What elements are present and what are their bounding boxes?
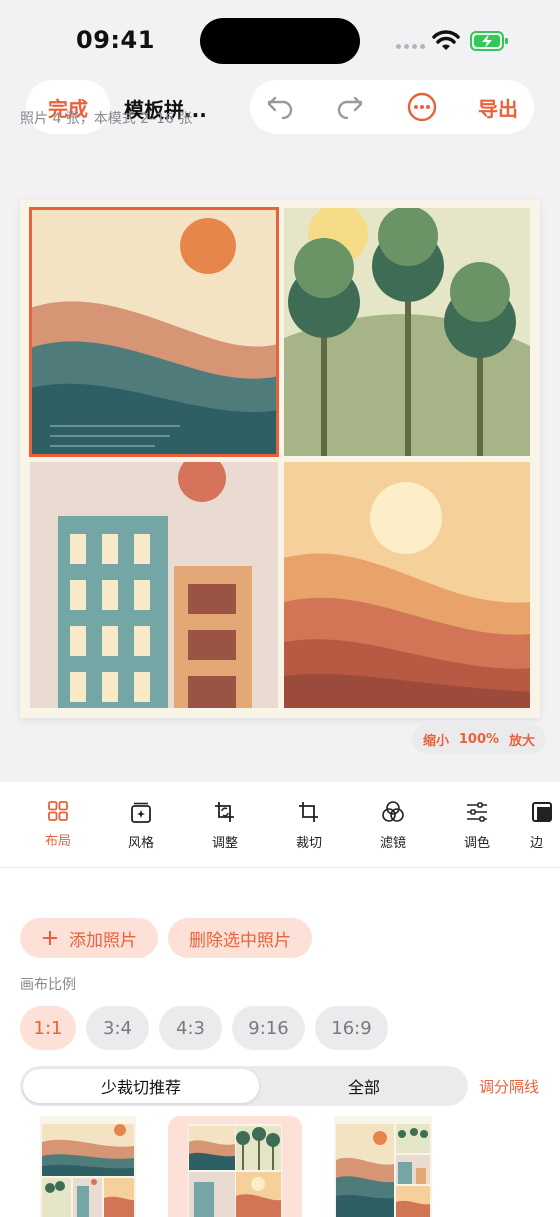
ratio-option-9-16[interactable]: 9:16 [232,1006,305,1050]
tool-adjust[interactable]: 调整 [195,800,255,851]
adjust-divider-button[interactable]: 调分隔线 [479,1076,539,1097]
add-photo-label: 添加照片 [69,930,137,951]
add-photo-button[interactable]: 添加照片 [20,918,158,958]
template-thumb-1[interactable] [40,1116,136,1217]
filter-icon [382,801,404,822]
ratio-option-3-4[interactable]: 3:4 [86,1006,149,1050]
export-label: 导出 [478,96,518,121]
photo-trees-hills [284,208,530,456]
tool-filter[interactable]: 滤镜 [363,800,423,851]
tool-color-label: 调色 [463,836,490,851]
tool-style[interactable]: 风格 [111,800,171,851]
tool-border-label: 边 [530,836,544,851]
template-filter-segment: 少裁切推荐 全部 [20,1066,468,1106]
top-action-bar: 导出 [250,80,534,134]
collage-canvas [20,200,540,718]
undo-button[interactable] [258,80,302,134]
undo-icon [267,96,293,120]
adjust-crop-icon [215,802,234,822]
tool-tabs: 布局 风格 调整 裁切 滤镜 调色 边 [0,782,560,868]
tab-all[interactable]: 全部 [262,1069,466,1103]
wifi-icon [432,30,460,50]
redo-button[interactable] [328,80,372,134]
cellular-signal-icon [396,44,425,49]
ratio-option-1-1[interactable]: 1:1 [20,1006,76,1050]
tool-layout-label: 布局 [44,834,71,849]
template-preview-1 [40,1116,136,1217]
redo-icon [337,96,363,120]
color-sliders-icon [467,802,487,822]
tool-style-label: 风格 [127,836,154,851]
ratio-option-4-3[interactable]: 4:3 [159,1006,222,1050]
collage-cell-3[interactable] [30,462,278,708]
ratio-option-16-9[interactable]: 16:9 [315,1006,388,1050]
layout-grid-icon [48,801,68,821]
tool-layout[interactable]: 布局 [28,800,88,849]
border-icon [532,802,552,822]
template-preview-2 [188,1124,282,1217]
collage-cell-1-selected[interactable] [29,207,279,457]
status-bar: 09:41 [0,0,560,80]
tool-border[interactable]: 边 [530,800,560,851]
tool-crop-label: 裁切 [295,836,322,851]
template-thumb-2-selected[interactable] [168,1116,302,1217]
template-thumb-3[interactable] [334,1116,432,1217]
delete-selected-photo-button[interactable]: 删除选中照片 [168,918,312,958]
zoom-control: 缩小 100% 放大 [412,724,546,754]
tool-crop[interactable]: 裁切 [279,800,339,851]
photo-desert-dunes [284,462,530,708]
zoom-out-button[interactable]: 缩小 [423,730,449,749]
photo-buildings [30,462,278,708]
canvas-ratio-label: 画布比例 [20,977,76,993]
more-icon [407,92,437,122]
delete-selected-photo-label: 删除选中照片 [189,930,291,951]
tool-adjust-label: 调整 [211,836,238,851]
collage-cell-4[interactable] [284,462,530,708]
collage-cell-2[interactable] [284,208,530,456]
status-time: 09:41 [76,26,155,54]
tool-color[interactable]: 调色 [447,800,507,851]
dynamic-island [200,18,360,64]
export-button[interactable]: 导出 [470,80,526,134]
more-button[interactable] [400,80,444,134]
zoom-in-button[interactable]: 放大 [509,730,535,749]
tool-filter-label: 滤镜 [379,836,406,851]
tab-less-crop-recommended[interactable]: 少裁切推荐 [23,1069,259,1103]
photo-count-info: 照片 4 张，本模式 2–16 张 [20,111,193,127]
style-icon [131,802,151,823]
template-preview-3 [334,1116,432,1217]
photo-waves-sunset [30,208,278,456]
battery-charging-icon [470,31,508,51]
zoom-level: 100% [458,731,500,747]
plus-icon [43,931,57,945]
crop-icon [299,802,318,822]
